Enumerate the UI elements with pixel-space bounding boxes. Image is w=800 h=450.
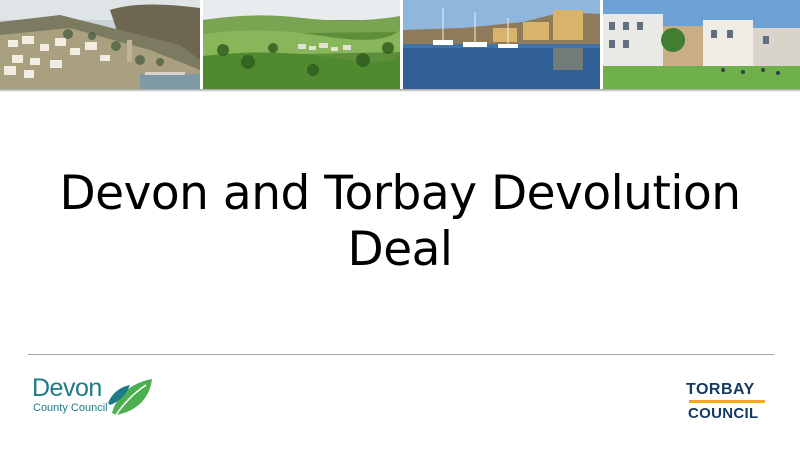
- photo-banner: [0, 0, 800, 89]
- torbay-council-logo: TORBAY COUNCIL: [686, 381, 770, 423]
- devon-logo-name: Devon: [32, 374, 102, 402]
- photo-coastal-town: [0, 0, 200, 89]
- leaf-icon: [108, 379, 152, 416]
- slide-title: Devon and Torbay Devolution Deal: [59, 166, 741, 277]
- torbay-logo-accent-bar: [689, 400, 765, 403]
- photo-harbour-marina: [403, 0, 600, 89]
- torbay-logo-line2: COUNCIL: [688, 405, 759, 422]
- torbay-logo-line1: TORBAY: [686, 381, 755, 398]
- footer-divider: [28, 354, 774, 355]
- photo-green-countryside: [203, 0, 400, 89]
- photo-town-green: [603, 0, 800, 89]
- devon-county-council-logo: Devon County Council: [30, 371, 170, 421]
- banner-shadow: [0, 89, 800, 92]
- devon-logo-subtitle: County Council: [33, 402, 108, 414]
